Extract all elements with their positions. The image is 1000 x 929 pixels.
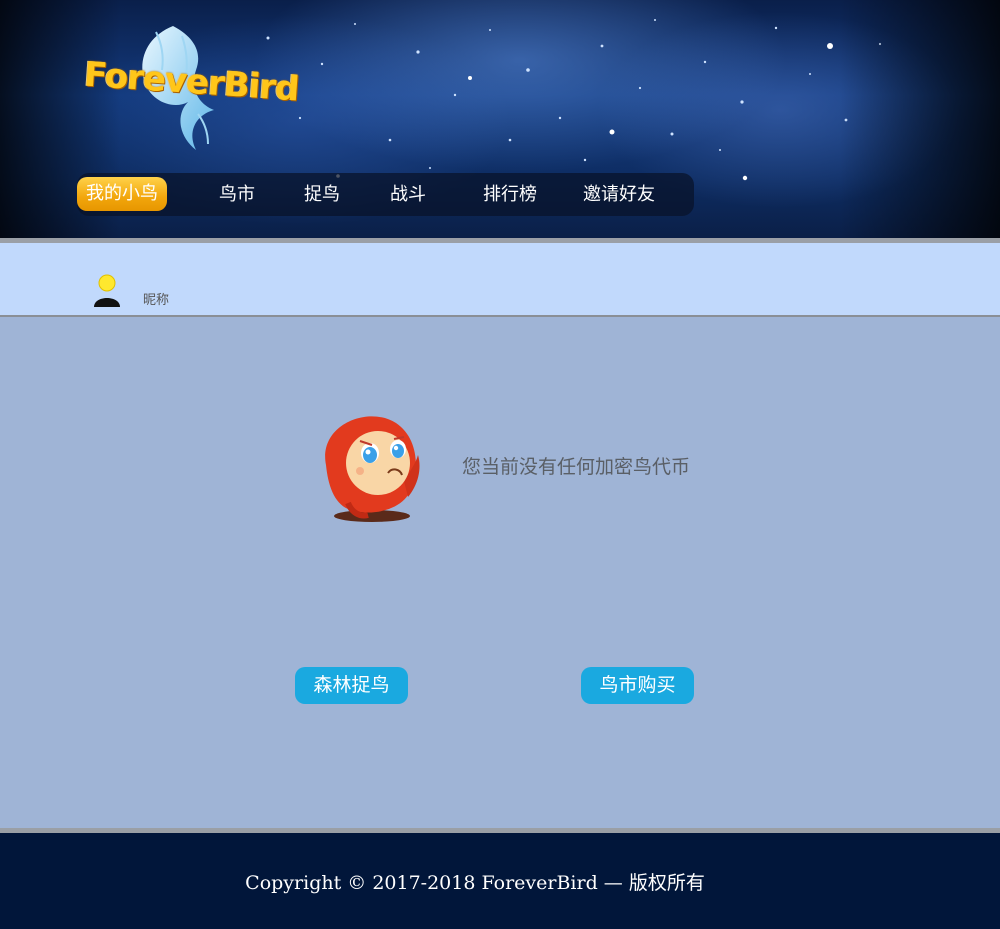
profile-bar: 昵称 [0,243,1000,317]
nav-invite-friends[interactable]: 邀请好友 [583,173,655,216]
nickname-label: 昵称 [143,293,170,308]
site-logo[interactable]: ForeverBird [78,18,300,158]
nav-my-bird[interactable]: 我的小鸟 [77,177,167,211]
banner-shade-right [840,0,1000,238]
header-banner: ForeverBird 我的小鸟 鸟市 捉鸟 战斗 排行榜 邀请好友 [0,0,1000,238]
market-buy-button[interactable]: 鸟市购买 [581,667,694,704]
nav-battle[interactable]: 战斗 [390,173,426,216]
empty-state-message: 您当前没有任何加密鸟代币 [462,456,691,478]
main-nav: 我的小鸟 鸟市 捉鸟 战斗 排行榜 邀请好友 [77,173,694,216]
user-avatar-icon[interactable] [92,273,122,309]
footer: Copyright © 2017-2018 ForeverBird — 版权所有 [0,833,1000,929]
forest-catch-button[interactable]: 森林捉鸟 [295,667,408,704]
copyright-text: Copyright © 2017-2018 ForeverBird — 版权所有 [245,872,705,894]
nav-catch-bird[interactable]: 捉鸟 [304,173,340,216]
sad-mascot-icon [325,416,420,522]
nav-bird-market[interactable]: 鸟市 [219,173,255,216]
main-content: 您当前没有任何加密鸟代币 森林捉鸟 鸟市购买 [0,319,1000,828]
nav-leaderboard[interactable]: 排行榜 [483,173,537,216]
